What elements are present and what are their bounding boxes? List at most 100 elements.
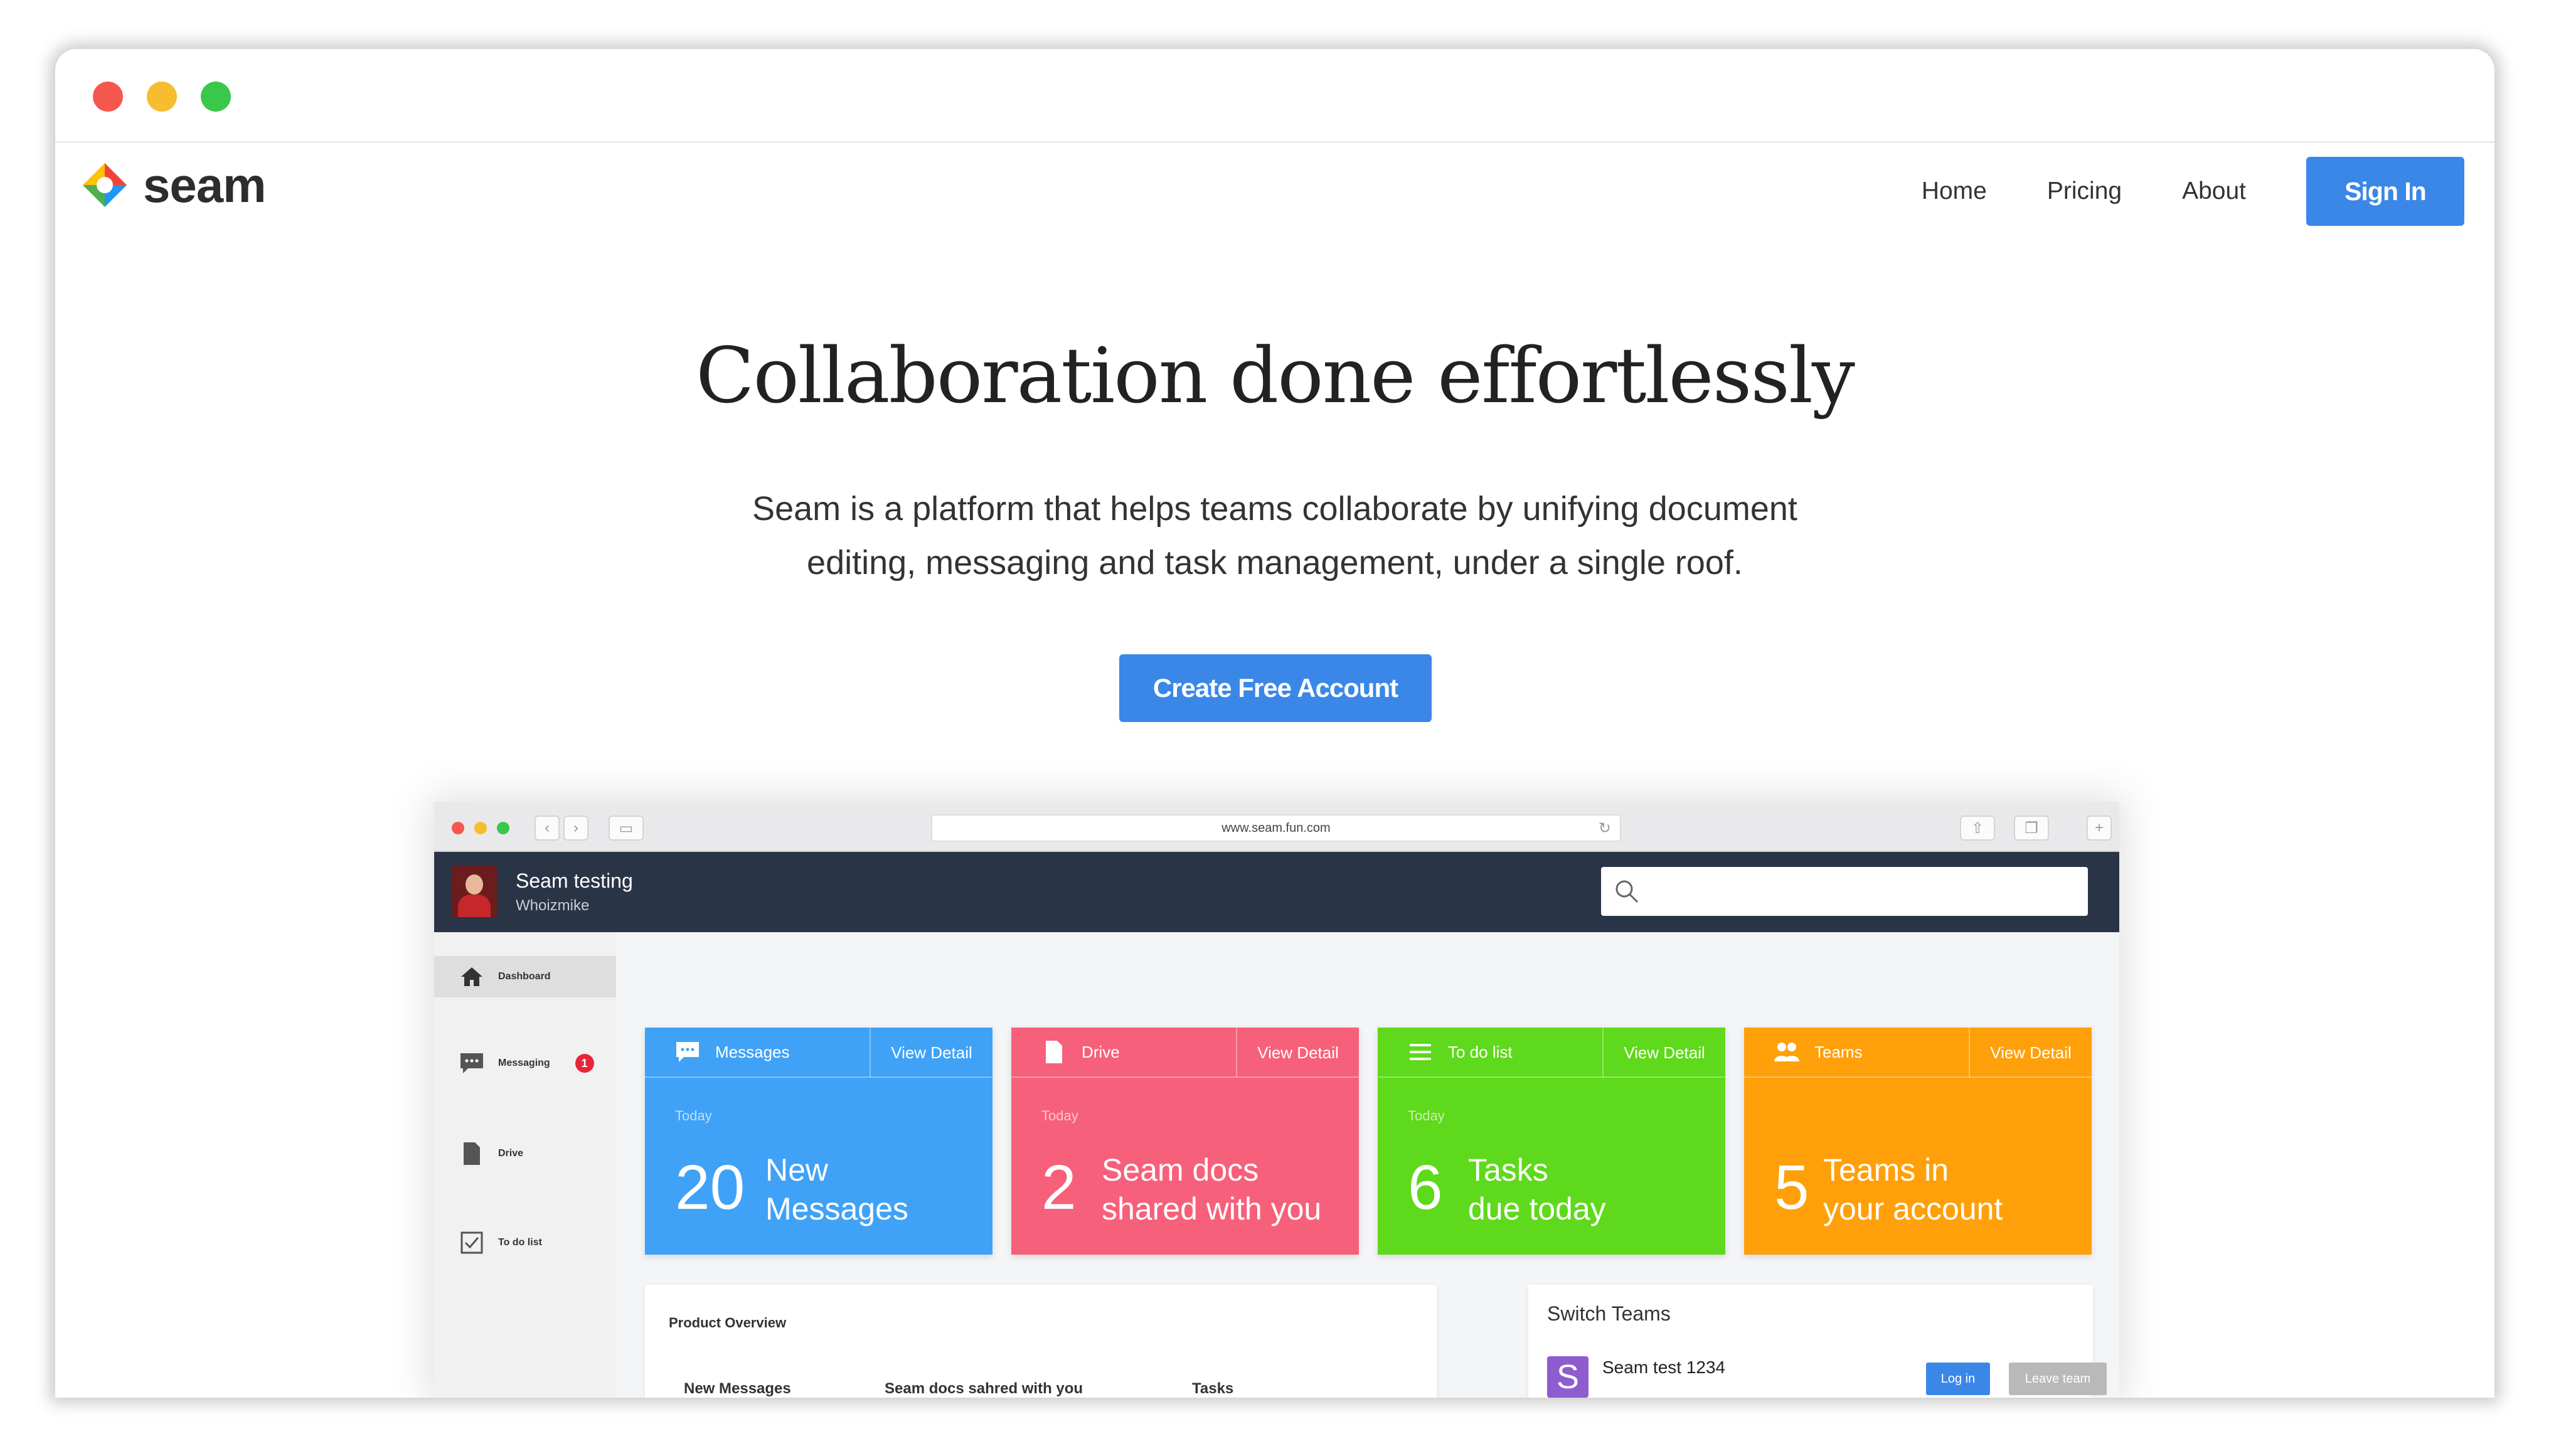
preview-url-bar: www.seam.fun.com ↻ [931, 814, 1621, 842]
product-overview-panel: Product Overview New Messages Seam docs … [645, 1285, 1437, 1398]
team-login-button: Log in [1926, 1363, 1990, 1395]
leave-team-button: Leave team [2009, 1363, 2107, 1395]
sidebar-item-label: Drive [498, 1148, 524, 1159]
card-description-line: due today [1468, 1191, 1606, 1226]
view-detail-button: View Detail [1236, 1028, 1359, 1078]
zoom-window-button[interactable] [201, 82, 231, 112]
card-description: Tasks due today [1468, 1150, 1606, 1228]
home-icon [459, 964, 484, 989]
avatar-face [466, 874, 483, 895]
browser-window: seam Home Pricing About Sign In Collabor… [55, 49, 2494, 1398]
card-count: 2 [1041, 1152, 1077, 1223]
app-preview-screenshot: ‹ › ▭ www.seam.fun.com ↻ ⇧ ❐ + Seam test… [434, 802, 2119, 1398]
preview-sidebar: Dashboard Messaging 1 Drive To do list [434, 932, 616, 1398]
card-description-line: Tasks [1468, 1152, 1548, 1188]
card-description: Teams in your account [1823, 1150, 2003, 1228]
card-title: To do list [1448, 1042, 1513, 1061]
user-avatar [452, 866, 497, 917]
card-description-line: Seam docs [1102, 1152, 1259, 1188]
forward-arrow-icon: › [563, 816, 588, 841]
window-titlebar [55, 49, 2494, 143]
panel-title: Switch Teams [1547, 1302, 1671, 1325]
search-icon [1615, 880, 1639, 903]
teams-card: Teams View Detail 5 Teams in your accoun… [1744, 1028, 2092, 1255]
seam-logo[interactable]: seam [80, 157, 266, 213]
view-detail-button: View Detail [870, 1028, 992, 1078]
sign-in-button[interactable]: Sign In [2306, 157, 2464, 226]
card-description-line: Messages [765, 1191, 908, 1226]
nav-home-link[interactable]: Home [1922, 178, 1987, 205]
sidebar-item-drive: Drive [434, 1133, 616, 1174]
sidebar-item-todo: To do list [434, 1222, 616, 1263]
view-detail-button: View Detail [1969, 1028, 2092, 1078]
new-tab-icon: + [2087, 816, 2112, 841]
preview-url-text: www.seam.fun.com [1221, 821, 1331, 835]
unread-badge: 1 [575, 1054, 594, 1073]
document-icon [459, 1141, 484, 1166]
close-window-button[interactable] [93, 82, 123, 112]
overview-column-header: New Messages [684, 1380, 791, 1397]
messages-card: Messages View Detail Today 20 New Messag… [645, 1028, 992, 1255]
share-icon: ⇧ [1960, 816, 1995, 841]
preview-browser-bar: ‹ › ▭ www.seam.fun.com ↻ ⇧ ❐ + [434, 802, 2119, 852]
message-icon [675, 1039, 700, 1065]
card-title: Drive [1082, 1042, 1120, 1061]
tabs-icon: ❐ [2014, 816, 2049, 841]
card-header: To do list View Detail [1378, 1028, 1725, 1078]
drive-card: Drive View Detail Today 2 Seam docs shar… [1011, 1028, 1359, 1255]
view-detail-button: View Detail [1602, 1028, 1725, 1078]
preview-zoom-dot [497, 822, 509, 834]
preview-search-input [1601, 867, 2088, 916]
preview-close-dot [452, 822, 464, 834]
card-header: Drive View Detail [1011, 1028, 1359, 1078]
hero-subtitle-line: Seam is a platform that helps teams coll… [752, 490, 1797, 528]
card-description-line: your account [1823, 1191, 2003, 1226]
card-count: 20 [675, 1152, 745, 1223]
team-name: Seam test 1234 [1602, 1358, 1726, 1377]
top-nav: Home Pricing About Sign In [1922, 157, 2494, 226]
create-free-account-button[interactable]: Create Free Account [1119, 654, 1432, 722]
nav-pricing-link[interactable]: Pricing [2047, 178, 2122, 205]
sidebar-item-label: Dashboard [498, 971, 551, 982]
card-header: Teams View Detail [1744, 1028, 2092, 1078]
panel-title: Product Overview [669, 1315, 787, 1331]
todo-card: To do list View Detail Today 6 Tasks due… [1378, 1028, 1725, 1255]
team-avatar: S [1547, 1356, 1588, 1398]
overview-column-header: Seam docs sahred with you [885, 1380, 1083, 1397]
sidebar-item-label: Messaging [498, 1058, 550, 1068]
avatar-body [458, 895, 491, 917]
back-arrow-icon: ‹ [535, 816, 560, 841]
hero-subtitle: Seam is a platform that helps teams coll… [701, 482, 1848, 590]
logo-text: seam [143, 157, 266, 213]
preview-app-header: Seam testing Whoizmike [434, 852, 2119, 932]
card-title: Teams [1814, 1042, 1863, 1061]
preview-minimize-dot [474, 822, 487, 834]
card-description: Seam docs shared with you [1102, 1150, 1321, 1228]
card-description: New Messages [765, 1150, 908, 1228]
preview-user-name: Seam testing [516, 869, 633, 892]
minimize-window-button[interactable] [147, 82, 177, 112]
sidebar-item-label: To do list [498, 1237, 542, 1248]
card-today-label: Today [1041, 1108, 1078, 1124]
hero-subtitle-line: editing, messaging and task management, … [807, 544, 1743, 582]
document-icon [1041, 1039, 1067, 1065]
sidebar-toggle-icon: ▭ [609, 816, 644, 841]
card-count: 5 [1774, 1152, 1809, 1223]
people-icon [1774, 1039, 1799, 1065]
seam-logo-icon [83, 163, 127, 207]
reload-icon: ↻ [1598, 820, 1611, 837]
nav-about-link[interactable]: About [2182, 178, 2246, 205]
hero-title: Collaboration done effortlessly [696, 331, 1855, 420]
message-icon [459, 1051, 484, 1076]
sidebar-item-dashboard: Dashboard [434, 956, 616, 997]
card-today-label: Today [675, 1108, 712, 1124]
sidebar-item-messaging: Messaging 1 [434, 1043, 616, 1084]
card-count: 6 [1408, 1152, 1443, 1223]
card-today-label: Today [1408, 1108, 1445, 1124]
checkbox-icon [459, 1230, 484, 1255]
card-description-line: New [765, 1152, 829, 1188]
card-description-line: Teams in [1823, 1152, 1949, 1188]
preview-user-handle: Whoizmike [516, 897, 590, 914]
overview-column-header: Tasks [1192, 1380, 1234, 1397]
list-icon [1408, 1039, 1433, 1065]
